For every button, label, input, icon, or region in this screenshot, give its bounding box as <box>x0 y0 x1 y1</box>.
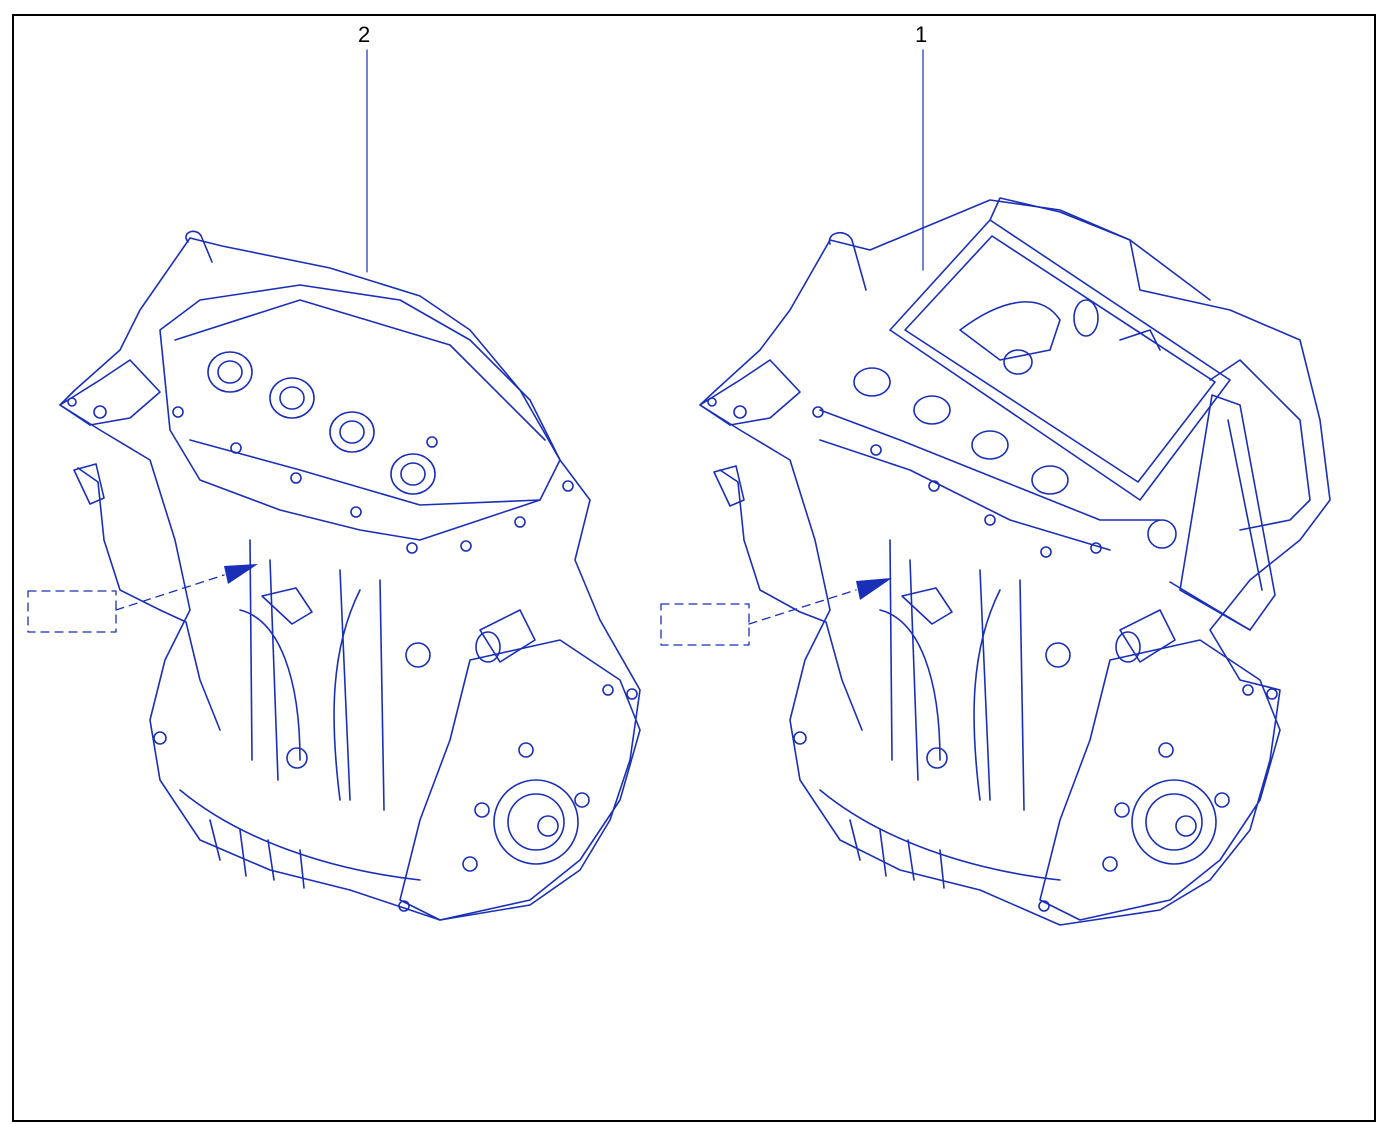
spark-plug-well-4 <box>390 453 436 495</box>
arrow-right <box>856 578 892 600</box>
lifting-eye <box>185 230 213 263</box>
arrow-left <box>224 564 258 584</box>
engine-illustration <box>27 49 1331 926</box>
engine-left <box>59 49 641 921</box>
reference-right <box>660 578 892 646</box>
engine-outline <box>699 199 1331 926</box>
flywheel-housing <box>1039 639 1281 921</box>
dashed-label-box-left <box>27 590 117 633</box>
reference-left <box>27 564 258 633</box>
dipstick-tube <box>719 469 863 731</box>
dashed-label-box-right <box>660 603 750 646</box>
crank-pulley <box>493 779 579 865</box>
engine-right <box>699 49 1331 926</box>
air-box-cap <box>1003 349 1033 375</box>
air-duct <box>1179 394 1276 631</box>
spark-plug-well-2 <box>269 377 315 419</box>
air-box <box>889 219 1231 501</box>
flywheel-housing <box>399 639 641 921</box>
spark-plug-well-3 <box>329 411 375 453</box>
crank-pulley <box>1131 779 1217 865</box>
dashed-leader-right <box>748 589 857 625</box>
spark-plug-well-1 <box>207 351 253 393</box>
dashed-leader-left <box>115 574 225 611</box>
